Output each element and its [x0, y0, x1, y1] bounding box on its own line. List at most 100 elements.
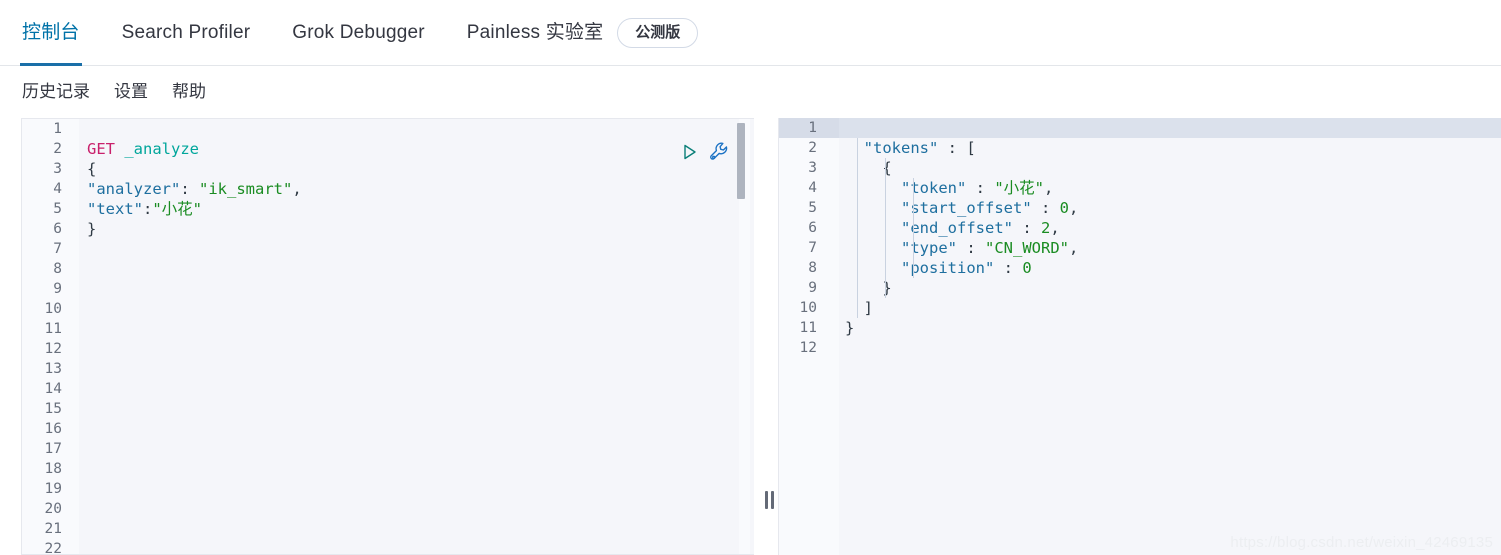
response-viewer-code-line[interactable]: "start_offset" : 0, [839, 198, 1501, 218]
response-viewer-code-line[interactable]: "token" : "小花", [839, 178, 1501, 198]
response-viewer-token: : [938, 139, 967, 157]
response-viewer-gutter: 1▾2▾3▾ 4 5 6 7 8 9▴10▴11▴ 12 [779, 118, 848, 555]
request-editor-code-line[interactable]: } [79, 219, 754, 239]
response-viewer-code-line[interactable]: "tokens" : [ [839, 138, 1501, 158]
request-editor-line-number: 4 [53, 181, 62, 197]
request-editor-line-number: 13 [44, 361, 62, 377]
response-viewer-line-number: 3▾ [779, 158, 847, 178]
response-viewer-line-number: 4 [808, 180, 817, 196]
response-viewer-token [845, 219, 901, 237]
request-editor-line-number: 3▾ [22, 159, 87, 179]
response-viewer-token: "end_offset" [901, 219, 1013, 237]
response-viewer-token [845, 159, 882, 177]
response-viewer-line-number: 10▴ [779, 298, 848, 318]
request-editor-line-number: 7 [53, 241, 62, 257]
tab-console[interactable]: 控制台 [20, 0, 82, 66]
response-viewer-line-number: 1▾ [779, 118, 847, 138]
request-editor-token [115, 140, 124, 158]
top-tab-bar: 控制台 Search Profiler Grok Debugger Painle… [0, 0, 1501, 66]
request-editor-token: "ik_smart" [199, 180, 293, 198]
response-viewer-code-line[interactable]: ] [839, 298, 1501, 318]
request-editor-code-line[interactable] [79, 119, 754, 139]
response-viewer-pane[interactable]: 1▾2▾3▾ 4 5 6 7 8 9▴10▴11▴ 12 { "tokens" : [ { "… [778, 118, 1501, 555]
request-editor-line-number: 2 [53, 141, 62, 157]
resize-grip-bar [770, 491, 774, 509]
subnav-item-settings[interactable]: 设置 [114, 77, 148, 102]
editor-action-icons [680, 141, 730, 163]
response-active-line-highlight [839, 118, 1501, 138]
request-editor-scrollbar-track[interactable] [737, 119, 750, 554]
response-viewer-content[interactable]: { "tokens" : [ { "token" : "小花", "start_… [839, 118, 1501, 555]
console-split-container: 123▾456▴78910111213141516171819202122 GE… [0, 112, 1501, 555]
response-viewer-token: "小花" [994, 179, 1044, 197]
response-viewer-token: { [882, 159, 892, 177]
response-viewer-line-number: 9▴ [779, 278, 847, 298]
response-viewer-token [845, 199, 901, 217]
beta-badge[interactable]: 公测版 [617, 17, 699, 48]
request-editor-line-number: 21 [44, 521, 62, 537]
request-editor-code-line[interactable]: "analyzer": "ik_smart", [79, 179, 754, 199]
response-viewer-line-number: 12 [799, 340, 817, 356]
response-viewer-code-line[interactable]: "position" : 0 [839, 258, 1501, 278]
play-icon[interactable] [680, 142, 700, 162]
response-viewer-code-line[interactable]: "type" : "CN_WORD", [839, 238, 1501, 258]
request-editor-pane[interactable]: 123▾456▴78910111213141516171819202122 GE… [21, 118, 754, 555]
subnav-item-help[interactable]: 帮助 [172, 77, 206, 102]
subnav-item-history[interactable]: 历史记录 [22, 77, 90, 102]
request-editor-scrollbar-thumb[interactable] [737, 123, 745, 199]
response-viewer-token: } [845, 319, 855, 337]
response-viewer-token: "type" [901, 239, 957, 257]
response-viewer-token [845, 259, 901, 277]
request-editor-token: _analyze [124, 140, 199, 158]
request-editor-line-number: 9 [53, 281, 62, 297]
request-editor-line-number: 11 [44, 321, 62, 337]
request-editor-line-number: 20 [44, 501, 62, 517]
response-viewer-code-line[interactable]: "end_offset" : 2, [839, 218, 1501, 238]
request-editor-line-number: 16 [44, 421, 62, 437]
request-editor-code-line[interactable]: GET _analyze [79, 139, 754, 159]
tab-painless-lab[interactable]: Painless 实验室 [467, 0, 604, 66]
tab-painless-lab-group: Painless 实验室 公测版 [467, 0, 699, 66]
response-viewer-token: "token" [901, 179, 967, 197]
request-editor-code-line[interactable]: "text":"小花" [79, 199, 754, 219]
response-viewer-token: 0 [1022, 259, 1032, 277]
request-editor-gutter: 123▾456▴78910111213141516171819202122 [22, 119, 88, 554]
kibana-dev-tools-console: 控制台 Search Profiler Grok Debugger Painle… [0, 0, 1501, 555]
request-editor-token: : [180, 180, 199, 198]
request-editor-line-number: 17 [44, 441, 62, 457]
response-viewer-token: "start_offset" [901, 199, 1032, 217]
request-editor-code-line[interactable]: { [79, 159, 754, 179]
request-editor-line-number: 14 [44, 381, 62, 397]
response-viewer-token [845, 139, 864, 157]
request-editor-token: "analyzer" [87, 180, 181, 198]
wrench-icon[interactable] [708, 141, 730, 163]
response-viewer-line-number: 8 [808, 260, 817, 276]
response-viewer-line-number: 6 [808, 220, 817, 236]
response-viewer-code-line[interactable]: } [839, 278, 1501, 298]
response-viewer-token: "CN_WORD" [985, 239, 1069, 257]
request-editor-token: , [292, 180, 302, 198]
request-editor-line-number: 6▴ [22, 219, 87, 239]
response-viewer-token: : [994, 259, 1023, 277]
response-viewer-token [845, 299, 864, 317]
request-editor-content[interactable]: GET _analyze{"analyzer": "ik_smart", "tex… [79, 119, 754, 554]
response-viewer-line-number: 11▴ [779, 318, 848, 338]
tab-grok-debugger[interactable]: Grok Debugger [292, 0, 425, 66]
tab-search-profiler[interactable]: Search Profiler [122, 0, 251, 66]
request-editor-token: "小花" [152, 200, 203, 218]
response-viewer-token: : [966, 179, 995, 197]
request-editor-token: GET [87, 140, 115, 158]
resize-grip-bar [764, 491, 768, 509]
request-editor-token: } [87, 220, 97, 238]
response-viewer-token: , [1044, 179, 1054, 197]
response-viewer-token: , [1050, 219, 1060, 237]
request-editor-token: : [143, 200, 153, 218]
pane-resize-handle[interactable] [762, 490, 776, 510]
request-editor-line-number: 19 [44, 481, 62, 497]
response-viewer-code-line[interactable] [839, 338, 1501, 358]
response-viewer-code-line[interactable]: { [839, 158, 1501, 178]
request-editor-token: { [87, 160, 97, 178]
response-viewer-token: [ [966, 139, 976, 157]
response-viewer-code-line[interactable]: } [839, 318, 1501, 338]
request-editor-line-number: 5 [53, 201, 62, 217]
